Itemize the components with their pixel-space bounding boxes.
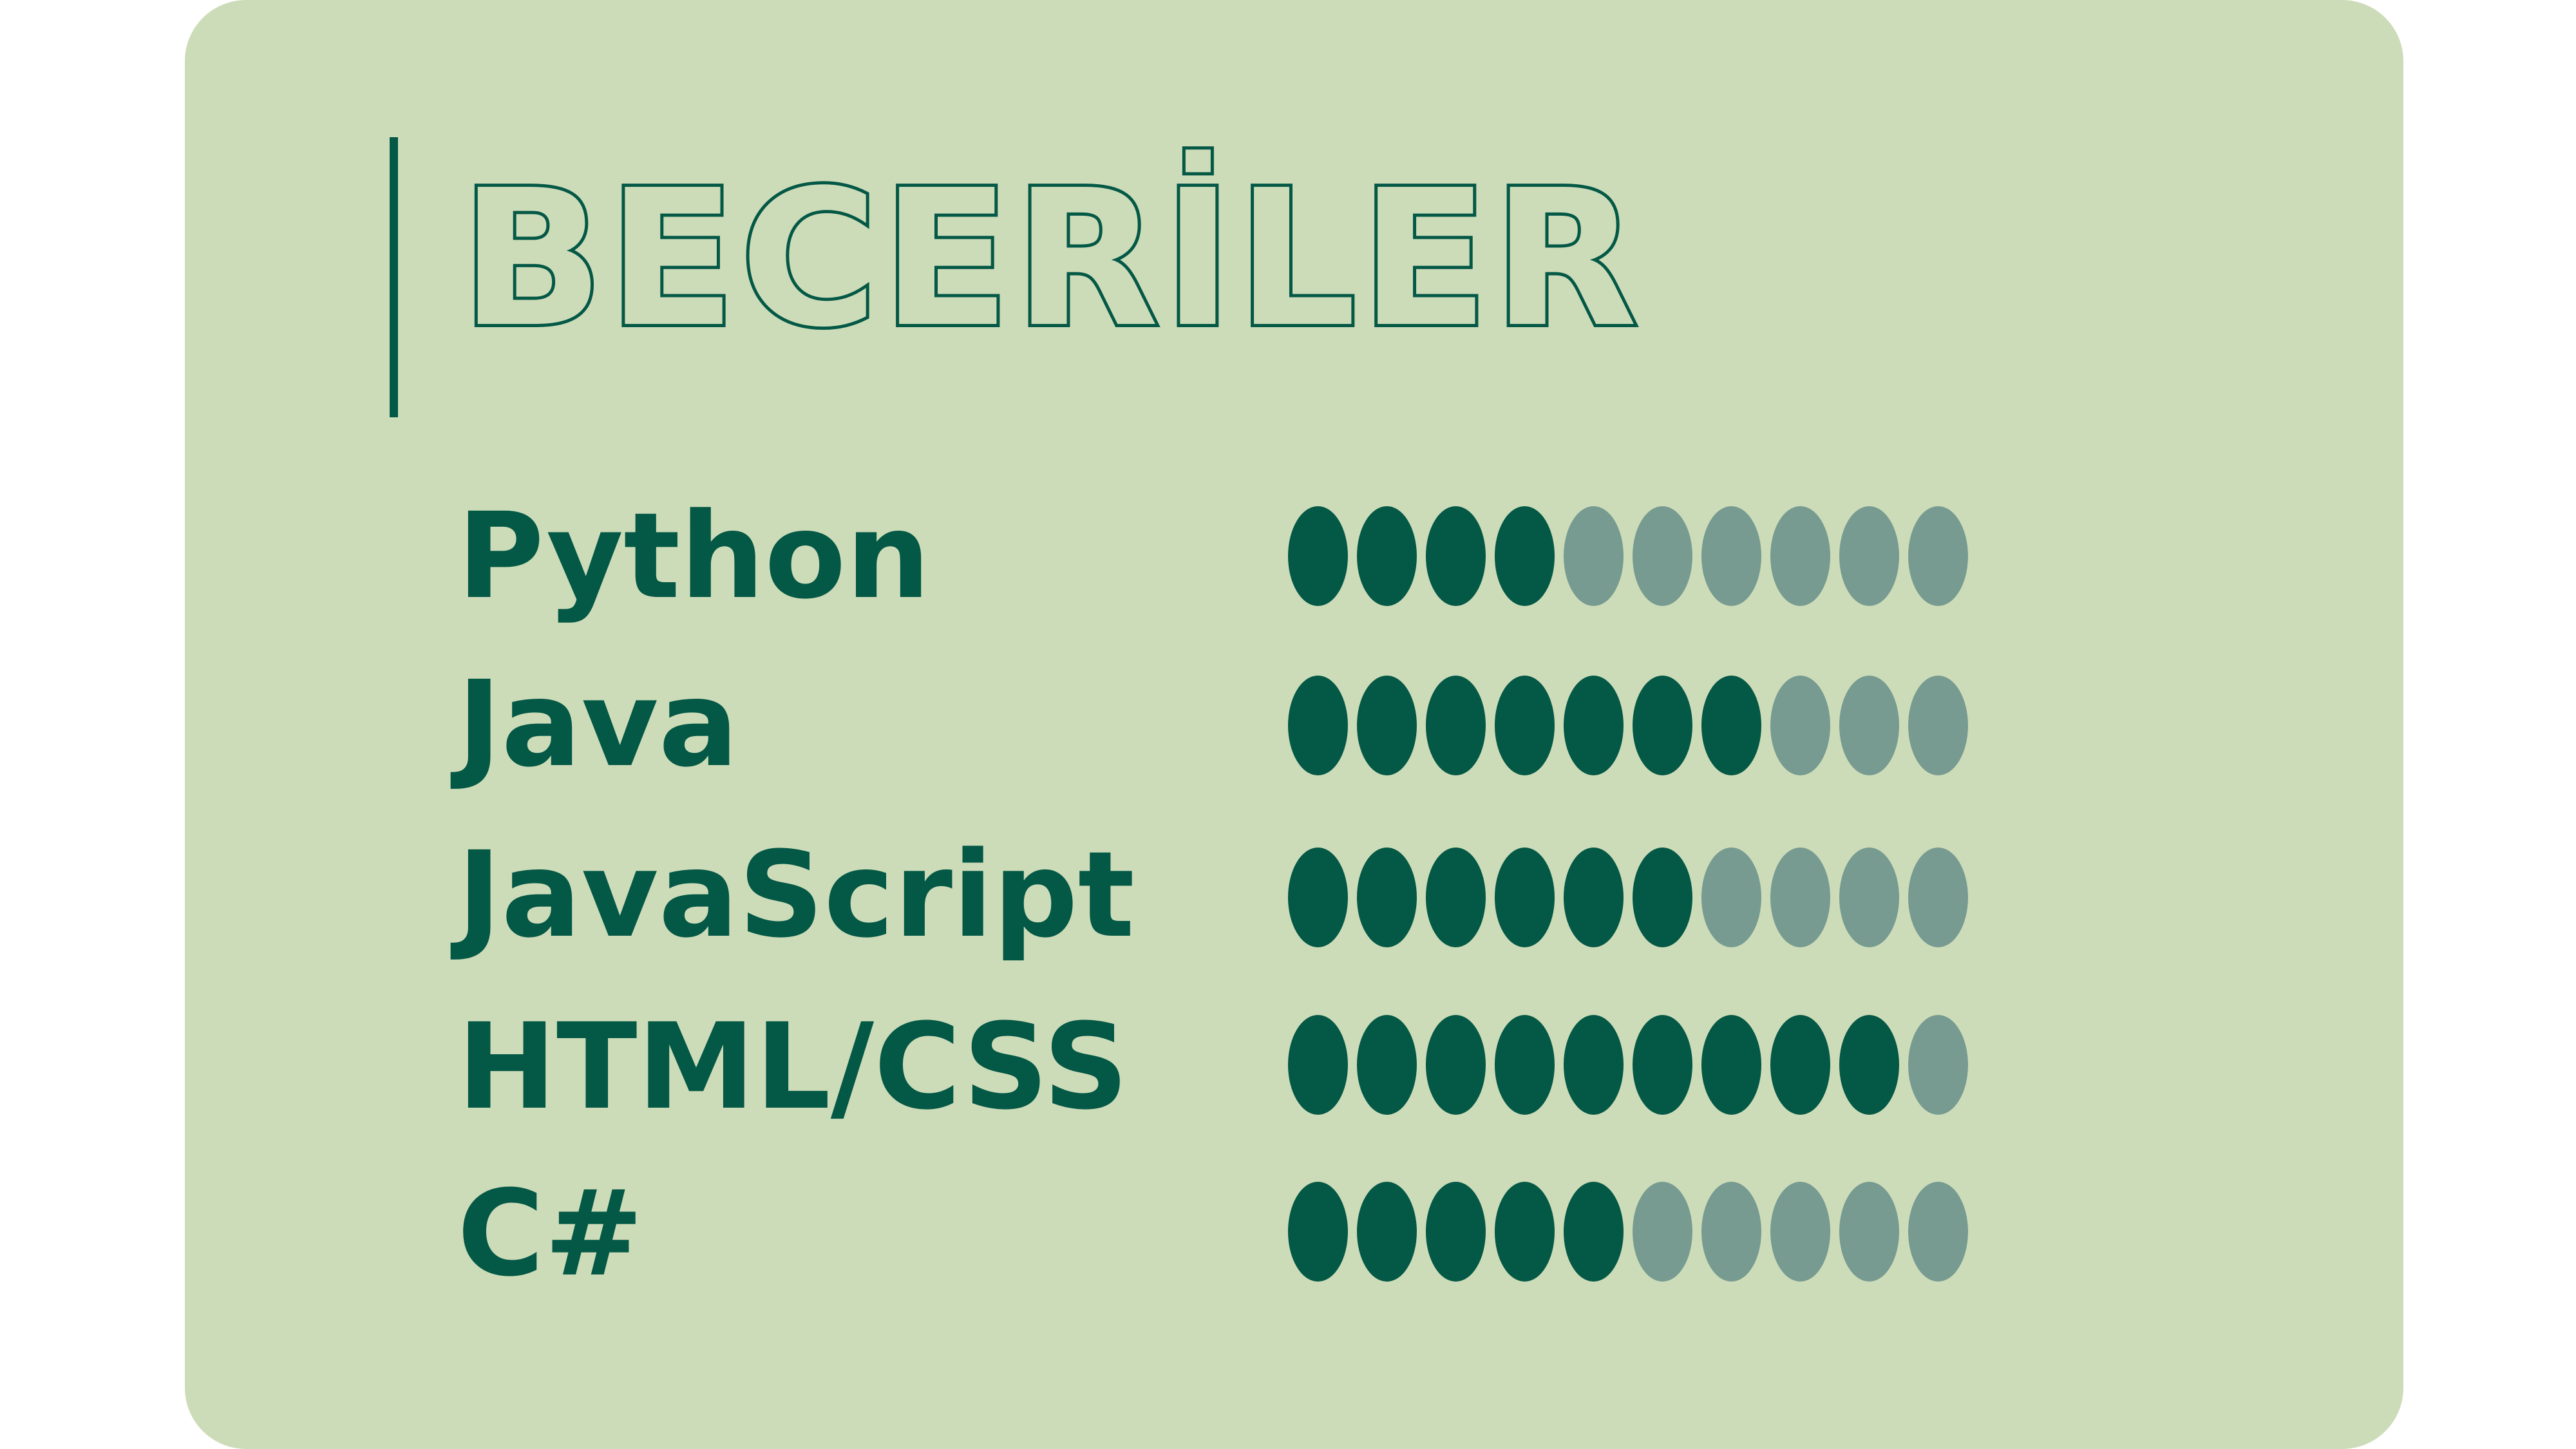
rating-dot-empty [1770, 848, 1830, 947]
rating-dot-empty [1908, 676, 1968, 775]
rating-dot-filled [1633, 1015, 1692, 1115]
rating-dot-filled [1495, 676, 1555, 775]
title-accent-bar [390, 137, 398, 417]
rating-dot-empty [1839, 676, 1899, 775]
rating-dot-filled [1288, 848, 1348, 947]
rating-dot-filled [1357, 848, 1417, 947]
rating-dot-filled [1426, 1015, 1486, 1115]
rating-dot-filled [1288, 1182, 1348, 1282]
rating-dot-filled [1288, 506, 1348, 606]
rating-dot-empty [1701, 1182, 1761, 1282]
rating-dot-empty [1839, 848, 1899, 947]
rating-dot-filled [1288, 676, 1348, 775]
rating-dot-filled [1426, 1182, 1486, 1282]
rating-dot-filled [1357, 676, 1417, 775]
rating-dot-filled [1839, 1015, 1899, 1115]
rating-dot-filled [1357, 1015, 1417, 1115]
rating-dot-filled [1564, 1182, 1624, 1282]
rating-dot-empty [1770, 676, 1830, 775]
page-title: BECERİLER [457, 149, 1642, 368]
rating-dot-filled [1564, 676, 1624, 775]
rating-dot-filled [1770, 1015, 1830, 1115]
rating-dot-filled [1495, 1015, 1555, 1115]
rating-dot-filled [1426, 676, 1486, 775]
rating-dot-filled [1495, 506, 1555, 606]
rating-dot-empty [1839, 506, 1899, 606]
rating-dot-empty [1633, 1182, 1692, 1282]
rating-dot-filled [1701, 676, 1761, 775]
rating-dot-empty [1701, 506, 1761, 606]
rating-dot-empty [1633, 506, 1692, 606]
rating-dot-filled [1426, 506, 1486, 606]
rating-dot-filled [1288, 1015, 1348, 1115]
rating-dot-filled [1564, 1015, 1624, 1115]
rating-dot-empty [1770, 506, 1830, 606]
rating-dot-empty [1770, 1182, 1830, 1282]
rating-dot-empty [1839, 1182, 1899, 1282]
rating-dot-filled [1357, 1182, 1417, 1282]
rating-dot-filled [1495, 1182, 1555, 1282]
skill-name-python: Python [457, 488, 931, 625]
rating-dot-filled [1564, 848, 1624, 947]
rating-dot-filled [1495, 848, 1555, 947]
rating-dot-filled [1357, 506, 1417, 606]
skill-name-csharp: C# [457, 1165, 644, 1303]
rating-dot-empty [1908, 848, 1968, 947]
rating-dot-filled [1633, 848, 1692, 947]
rating-dot-filled [1426, 848, 1486, 947]
skill-name-java: Java [457, 656, 739, 793]
rating-dot-filled [1633, 676, 1692, 775]
skill-name-html-css: HTML/CSS [457, 998, 1129, 1136]
rating-dot-empty [1564, 506, 1624, 606]
skill-name-javascript: JavaScript [457, 826, 1135, 964]
rating-dot-empty [1701, 848, 1761, 947]
rating-dot-filled [1701, 1015, 1761, 1115]
rating-dot-empty [1908, 1182, 1968, 1282]
rating-dot-empty [1908, 1015, 1968, 1115]
rating-dot-empty [1908, 506, 1968, 606]
